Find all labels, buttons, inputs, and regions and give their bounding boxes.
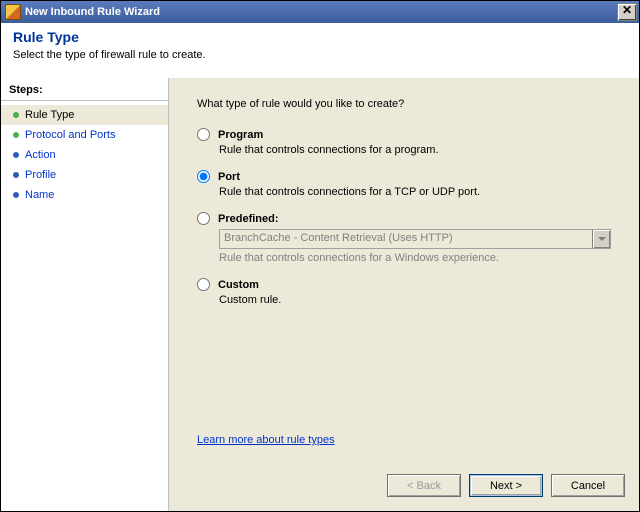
page-subtitle: Select the type of firewall rule to crea…	[13, 49, 627, 61]
step-link[interactable]: Protocol and Ports	[25, 129, 116, 141]
steps-sidebar: Steps: Rule Type Protocol and Ports Acti…	[1, 78, 169, 511]
close-icon: ✕	[622, 3, 632, 17]
step-action[interactable]: Action	[1, 145, 168, 165]
step-rule-type[interactable]: Rule Type	[1, 105, 168, 125]
wizard-window: New Inbound Rule Wizard ✕ Rule Type Sele…	[0, 0, 640, 512]
cancel-button[interactable]: Cancel	[551, 474, 625, 497]
titlebar: New Inbound Rule Wizard ✕	[1, 1, 639, 23]
step-name[interactable]: Name	[1, 185, 168, 205]
firewall-icon	[5, 4, 21, 20]
step-bullet-icon	[13, 152, 19, 158]
desc-program: Rule that controls connections for a pro…	[219, 144, 617, 156]
step-link[interactable]: Name	[25, 189, 54, 201]
step-protocol-and-ports[interactable]: Protocol and Ports	[1, 125, 168, 145]
steps-heading: Steps:	[1, 82, 168, 101]
step-profile[interactable]: Profile	[1, 165, 168, 185]
step-bullet-icon	[13, 132, 19, 138]
button-row: < Back Next > Cancel	[387, 474, 625, 497]
step-link[interactable]: Rule Type	[25, 109, 74, 121]
desc-predefined: Rule that controls connections for a Win…	[219, 252, 617, 264]
step-link[interactable]: Action	[25, 149, 56, 161]
wizard-header: Rule Type Select the type of firewall ru…	[1, 23, 639, 84]
option-program: Program Rule that controls connections f…	[197, 128, 617, 156]
next-button[interactable]: Next >	[469, 474, 543, 497]
steps-list: Rule Type Protocol and Ports Action Prof…	[1, 101, 168, 205]
predefined-select[interactable]: BranchCache - Content Retrieval (Uses HT…	[219, 229, 611, 249]
window-title: New Inbound Rule Wizard	[25, 6, 160, 18]
label-program[interactable]: Program	[218, 129, 263, 141]
close-button[interactable]: ✕	[617, 3, 637, 21]
step-bullet-icon	[13, 172, 19, 178]
main-content: What type of rule would you like to crea…	[169, 78, 639, 511]
option-predefined: Predefined: BranchCache - Content Retrie…	[197, 212, 617, 264]
predefined-select-wrap: BranchCache - Content Retrieval (Uses HT…	[219, 229, 611, 249]
question-text: What type of rule would you like to crea…	[197, 98, 617, 110]
step-bullet-icon	[13, 112, 19, 118]
radio-custom[interactable]	[197, 278, 210, 291]
label-custom[interactable]: Custom	[218, 279, 259, 291]
radio-predefined[interactable]	[197, 212, 210, 225]
desc-port: Rule that controls connections for a TCP…	[219, 186, 617, 198]
wizard-body: Steps: Rule Type Protocol and Ports Acti…	[1, 78, 639, 511]
step-bullet-icon	[13, 192, 19, 198]
option-custom: Custom Custom rule.	[197, 278, 617, 306]
label-port[interactable]: Port	[218, 171, 240, 183]
radio-port[interactable]	[197, 170, 210, 183]
option-port: Port Rule that controls connections for …	[197, 170, 617, 198]
desc-custom: Custom rule.	[219, 294, 617, 306]
label-predefined[interactable]: Predefined:	[218, 213, 279, 225]
learn-more-link[interactable]: Learn more about rule types	[197, 434, 335, 446]
page-title: Rule Type	[13, 29, 627, 45]
radio-program[interactable]	[197, 128, 210, 141]
back-button[interactable]: < Back	[387, 474, 461, 497]
step-link[interactable]: Profile	[25, 169, 56, 181]
